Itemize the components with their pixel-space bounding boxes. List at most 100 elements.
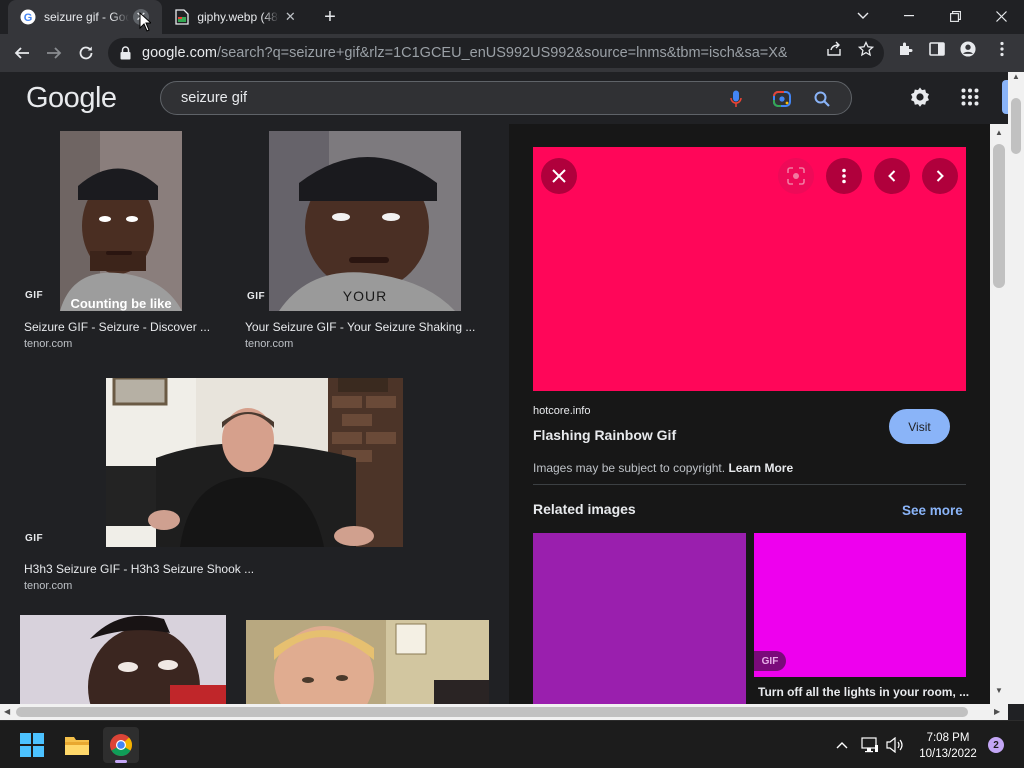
result-title[interactable]: Seizure GIF - Seizure - Discover ...	[24, 320, 210, 334]
file-explorer-icon[interactable]	[59, 727, 95, 763]
gif-badge: GIF	[754, 651, 786, 671]
more-options-icon[interactable]	[826, 158, 862, 194]
result-thumbnail[interactable]	[20, 615, 226, 704]
related-image[interactable]	[533, 533, 746, 704]
scrollbar-thumb[interactable]	[1011, 98, 1021, 154]
see-more-link[interactable]: See more	[902, 503, 963, 518]
related-image-caption[interactable]: Turn off all the lights in your room, ..…	[758, 685, 969, 699]
thumbnail-caption: Counting be like	[70, 296, 172, 311]
result-thumbnail[interactable]: YOUR	[269, 131, 461, 311]
url-path: /search?q=seizure+gif&rlz=1C1GCEU_enUS99…	[216, 45, 787, 61]
copyright-notice: Images may be subject to copyright. Lear…	[533, 461, 793, 475]
address-bar[interactable]: google.com/search?q=seizure+gif&rlz=1C1G…	[108, 38, 884, 68]
person-photo	[60, 131, 182, 311]
lens-search-icon[interactable]	[778, 158, 814, 194]
result-source[interactable]: tenor.com	[24, 580, 72, 592]
copyright-text: Images may be subject to copyright.	[533, 461, 726, 475]
image-source[interactable]: hotcore.info	[533, 405, 590, 417]
scroll-left-arrow-icon[interactable]: ◀	[4, 707, 10, 716]
active-app-indicator	[115, 760, 127, 763]
boy-photo	[20, 615, 226, 704]
lock-icon[interactable]	[120, 46, 134, 60]
svg-text:G: G	[24, 12, 33, 24]
scrollbar-thumb[interactable]	[16, 707, 968, 717]
url-host: google.com	[142, 45, 217, 61]
result-source[interactable]: tenor.com	[245, 338, 293, 350]
result-source[interactable]: tenor.com	[24, 338, 72, 350]
scroll-up-arrow-icon[interactable]: ▲	[1012, 72, 1020, 81]
restore-icon[interactable]	[932, 0, 978, 32]
google-header: Google seizure gif	[0, 72, 1008, 124]
scroll-up-arrow-icon[interactable]: ▲	[995, 128, 1003, 137]
share-icon[interactable]	[826, 41, 842, 57]
result-title[interactable]: Your Seizure GIF - Your Seizure Shaking …	[245, 320, 475, 334]
page-vertical-scrollbar[interactable]: ▲	[1008, 72, 1024, 704]
browser-toolbar: google.com/search?q=seizure+gif&rlz=1C1G…	[0, 34, 1024, 72]
windows-start-icon[interactable]	[14, 727, 50, 763]
profile-avatar-icon[interactable]	[960, 41, 976, 57]
related-image[interactable]	[754, 533, 966, 677]
tab-close-icon[interactable]: ✕	[283, 9, 298, 25]
back-arrow-icon[interactable]	[8, 39, 36, 67]
file-image-icon	[174, 9, 189, 25]
divider	[533, 484, 966, 485]
tab-strip: G seizure gif - Goo ✕ giphy.webp (480 ✕ …	[0, 0, 1024, 34]
window-close-icon[interactable]	[978, 0, 1024, 32]
google-lens-icon[interactable]	[773, 90, 791, 108]
results-vertical-scrollbar[interactable]: ▲ ▼	[990, 124, 1008, 704]
network-icon[interactable]	[860, 735, 880, 755]
system-clock[interactable]: 7:08 PM 10/13/2022	[912, 730, 984, 762]
search-icon[interactable]	[813, 90, 831, 108]
thumbnail-caption: YOUR	[342, 288, 388, 304]
new-tab-button[interactable]: +	[318, 5, 342, 29]
forward-arrow-icon[interactable]	[40, 39, 68, 67]
google-g-icon: G	[20, 9, 36, 25]
gif-badge: GIF	[25, 290, 44, 301]
scroll-right-arrow-icon[interactable]: ▶	[994, 707, 1000, 716]
result-thumbnail[interactable]: Counting be like	[60, 131, 182, 311]
mouse-cursor-icon	[139, 12, 151, 32]
image-title[interactable]: Flashing Rainbow Gif	[533, 427, 676, 443]
google-apps-grid-icon[interactable]	[958, 85, 982, 109]
image-results: Counting be like GIF Seizure GIF - Seizu…	[0, 124, 509, 704]
bookmark-star-icon[interactable]	[858, 41, 874, 57]
scroll-down-arrow-icon[interactable]: ▼	[995, 686, 1003, 695]
google-logo[interactable]: Google	[26, 82, 117, 115]
learn-more-link[interactable]: Learn More	[728, 461, 793, 475]
windows-taskbar: 7:08 PM 10/13/2022 2	[0, 720, 1024, 768]
result-title[interactable]: H3h3 Seizure GIF - H3h3 Seizure Shook ..…	[24, 562, 254, 576]
chrome-taskbar-icon[interactable]	[103, 727, 139, 763]
scrollbar-thumb[interactable]	[993, 144, 1005, 288]
next-image-icon[interactable]	[922, 158, 958, 194]
horizontal-scrollbar[interactable]: ◀ ▶	[0, 704, 1008, 720]
side-panel-icon[interactable]	[929, 41, 945, 57]
extensions-puzzle-icon[interactable]	[898, 41, 914, 57]
previous-image-icon[interactable]	[874, 158, 910, 194]
notification-badge[interactable]: 2	[988, 737, 1004, 753]
related-images-heading: Related images	[533, 501, 636, 517]
clock-date: 10/13/2022	[919, 748, 977, 760]
result-thumbnail[interactable]	[246, 620, 489, 704]
close-preview-icon[interactable]	[541, 158, 577, 194]
reload-icon[interactable]	[72, 39, 100, 67]
person-photo	[269, 131, 461, 311]
show-hidden-icons-chevron-icon[interactable]	[832, 735, 852, 755]
result-thumbnail[interactable]	[106, 378, 403, 547]
gif-badge: GIF	[25, 533, 44, 544]
clock-time: 7:08 PM	[926, 732, 970, 744]
image-preview-panel: hotcore.info Flashing Rainbow Gif Visit …	[509, 124, 990, 704]
microphone-icon[interactable]	[727, 90, 745, 108]
tab-search-chevron-icon[interactable]	[840, 0, 886, 32]
man-on-couch-photo	[106, 378, 403, 547]
menu-kebab-icon[interactable]	[994, 41, 1010, 57]
tab-giphy-webp[interactable]: giphy.webp (480 ✕	[162, 0, 308, 34]
gif-badge: GIF	[247, 291, 266, 302]
visit-button[interactable]: Visit	[889, 409, 950, 444]
search-query[interactable]: seizure gif	[181, 90, 247, 106]
tab-title: seizure gif - Goo	[44, 10, 129, 24]
search-box[interactable]: seizure gif	[160, 81, 852, 115]
volume-icon[interactable]	[885, 735, 905, 755]
settings-gear-icon[interactable]	[908, 85, 932, 109]
minimize-icon[interactable]	[886, 0, 932, 32]
tab-title: giphy.webp (480	[197, 10, 279, 24]
